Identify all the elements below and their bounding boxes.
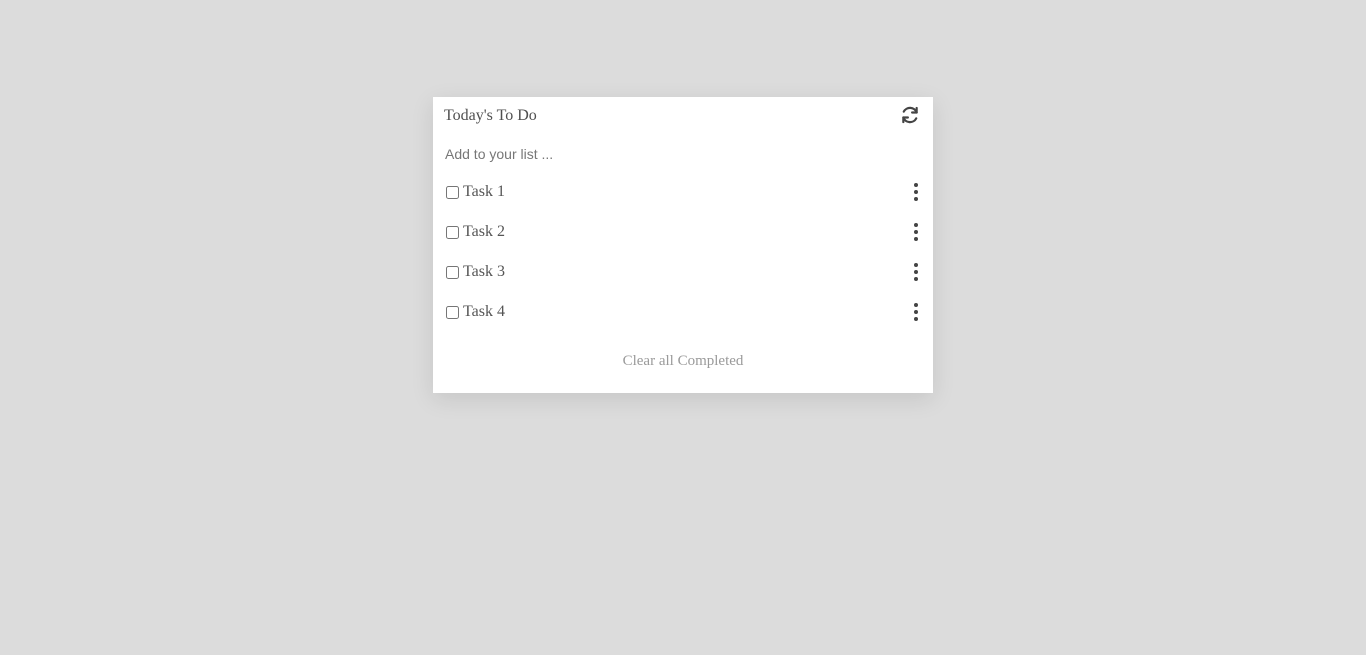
kebab-menu-icon[interactable] [909,262,923,282]
task-item: Task 4 [433,293,933,333]
task-label: Task 3 [463,263,505,280]
task-label: Task 4 [463,303,505,320]
page-title: Today's To Do [444,107,537,124]
todo-card: Today's To Do Task 1 Task 2 [433,97,933,393]
task-item: Task 2 [433,213,933,253]
refresh-icon[interactable] [900,105,920,125]
task-checkbox[interactable] [446,306,459,319]
todo-header: Today's To Do [433,97,933,135]
kebab-menu-icon[interactable] [909,222,923,242]
task-item: Task 3 [433,253,933,293]
kebab-menu-icon[interactable] [909,182,923,202]
kebab-menu-icon[interactable] [909,302,923,322]
task-label: Task 1 [463,183,505,200]
task-checkbox[interactable] [446,226,459,239]
task-checkbox[interactable] [446,186,459,199]
task-list: Task 1 Task 2 Task 3 Task 4 [433,173,933,333]
clear-completed-button[interactable]: Clear all Completed [433,353,933,370]
task-checkbox[interactable] [446,266,459,279]
task-label: Task 2 [463,223,505,240]
add-task-input[interactable] [445,143,915,165]
task-item: Task 1 [433,173,933,213]
